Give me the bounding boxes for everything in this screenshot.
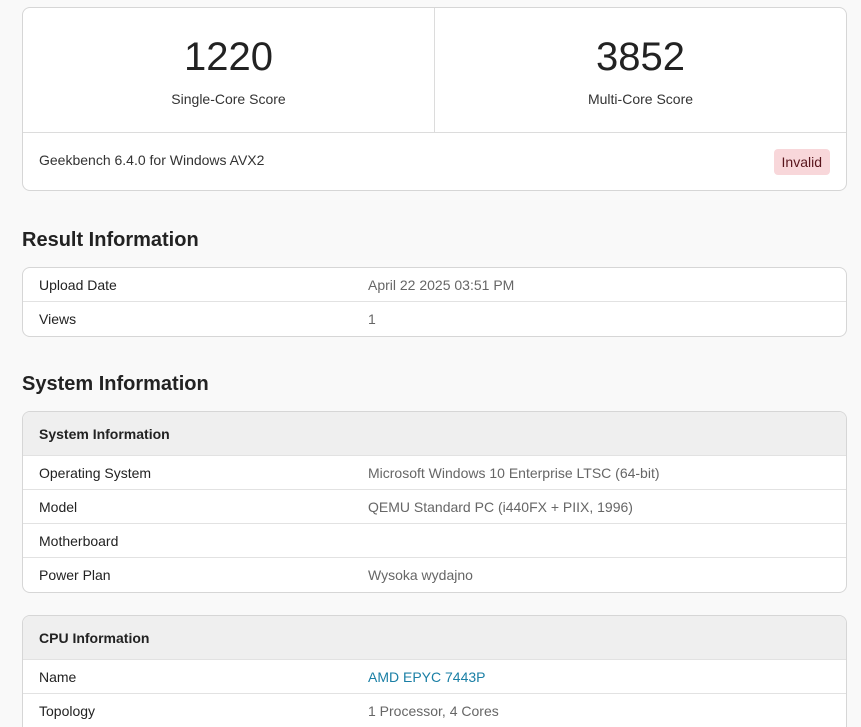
score-card: 1220 Single-Core Score 3852 Multi-Core S… bbox=[22, 7, 847, 191]
system-information-table: System Information Operating System Micr… bbox=[22, 411, 847, 593]
table-row: Model QEMU Standard PC (i440FX + PIIX, 1… bbox=[23, 490, 846, 524]
model-value: QEMU Standard PC (i440FX + PIIX, 1996) bbox=[368, 499, 633, 515]
multi-core-score-label: Multi-Core Score bbox=[587, 91, 694, 107]
score-row: 1220 Single-Core Score 3852 Multi-Core S… bbox=[23, 8, 846, 133]
table-row: Views 1 bbox=[23, 302, 846, 336]
multi-core-score-value: 3852 bbox=[596, 35, 685, 79]
system-information-heading: System Information bbox=[22, 373, 209, 395]
table-row: Power Plan Wysoka wydajno bbox=[23, 558, 846, 592]
single-core-score-label: Single-Core Score bbox=[171, 91, 286, 107]
table-row: Operating System Microsoft Windows 10 En… bbox=[23, 456, 846, 490]
cpu-information-table-header: CPU Information bbox=[23, 616, 846, 660]
views-key: Views bbox=[39, 311, 77, 327]
model-key: Model bbox=[39, 499, 78, 515]
benchmark-version: Geekbench 6.4.0 for Windows AVX2 bbox=[39, 152, 265, 168]
cpu-information-table: CPU Information Name AMD EPYC 7443P Topo… bbox=[22, 615, 847, 727]
multi-core-score-cell: 3852 Multi-Core Score bbox=[434, 8, 846, 132]
score-footer: Geekbench 6.4.0 for Windows AVX2 Invalid bbox=[23, 133, 846, 190]
table-row: Name AMD EPYC 7443P bbox=[23, 660, 846, 694]
upload-date-key: Upload Date bbox=[39, 277, 117, 293]
table-row: Upload Date April 22 2025 03:51 PM bbox=[23, 268, 846, 302]
topology-value: 1 Processor, 4 Cores bbox=[368, 703, 499, 719]
operating-system-value: Microsoft Windows 10 Enterprise LTSC (64… bbox=[368, 465, 660, 481]
result-information-heading: Result Information bbox=[22, 229, 199, 251]
power-plan-key: Power Plan bbox=[39, 567, 111, 583]
system-information-table-header: System Information bbox=[23, 412, 846, 456]
motherboard-key: Motherboard bbox=[39, 533, 119, 549]
table-row: Motherboard bbox=[23, 524, 846, 558]
table-row: Topology 1 Processor, 4 Cores bbox=[23, 694, 846, 727]
page: 1220 Single-Core Score 3852 Multi-Core S… bbox=[0, 0, 861, 727]
status-badge: Invalid bbox=[773, 149, 830, 175]
result-information-table: Upload Date April 22 2025 03:51 PM Views… bbox=[22, 267, 847, 337]
cpu-name-link[interactable]: AMD EPYC 7443P bbox=[368, 669, 486, 685]
single-core-score-cell: 1220 Single-Core Score bbox=[23, 8, 434, 132]
topology-key: Topology bbox=[39, 703, 96, 719]
upload-date-value: April 22 2025 03:51 PM bbox=[368, 277, 515, 293]
single-core-score-value: 1220 bbox=[184, 35, 273, 79]
cpu-name-key: Name bbox=[39, 669, 77, 685]
views-value: 1 bbox=[368, 311, 376, 327]
operating-system-key: Operating System bbox=[39, 465, 152, 481]
power-plan-value: Wysoka wydajno bbox=[368, 567, 473, 583]
